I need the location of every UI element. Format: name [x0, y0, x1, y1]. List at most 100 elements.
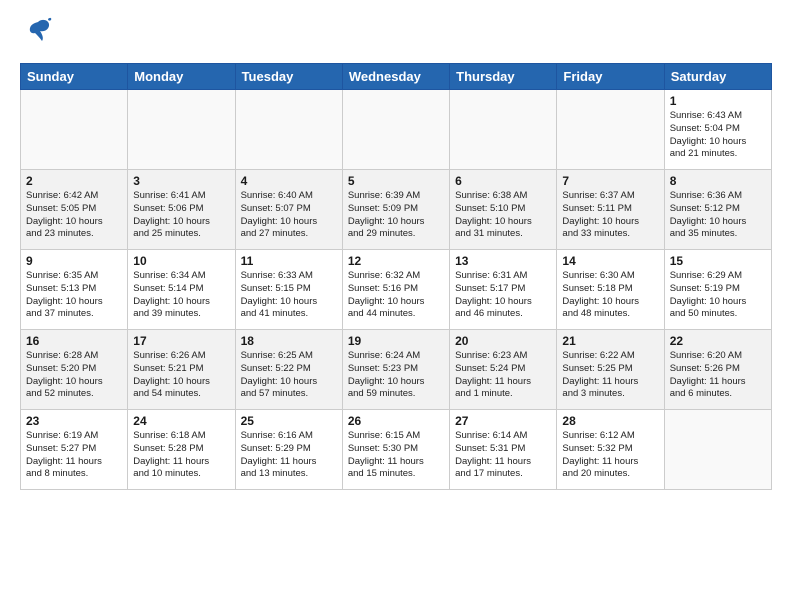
weekday-header-saturday: Saturday [664, 64, 771, 90]
day-number: 16 [26, 334, 122, 348]
logo [20, 16, 52, 53]
day-number: 6 [455, 174, 551, 188]
day-number: 21 [562, 334, 658, 348]
day-info-text: Sunrise: 6:29 AM Sunset: 5:19 PM Dayligh… [670, 270, 766, 321]
calendar-day-14: 14 Sunrise: 6:30 AM Sunset: 5:18 PM Dayli… [557, 250, 664, 330]
calendar-day-8: 8 Sunrise: 6:36 AM Sunset: 5:12 PM Daylig… [664, 170, 771, 250]
calendar-day-7: 7 Sunrise: 6:37 AM Sunset: 5:11 PM Daylig… [557, 170, 664, 250]
day-info-text: Sunrise: 6:39 AM Sunset: 5:09 PM Dayligh… [348, 190, 444, 241]
logo-bird-icon [24, 16, 52, 49]
day-number: 3 [133, 174, 229, 188]
calendar-empty-cell [21, 90, 128, 170]
weekday-header-row: SundayMondayTuesdayWednesdayThursdayFrid… [21, 64, 772, 90]
day-number: 22 [670, 334, 766, 348]
calendar-week-row: 2 Sunrise: 6:42 AM Sunset: 5:05 PM Daylig… [21, 170, 772, 250]
calendar-day-9: 9 Sunrise: 6:35 AM Sunset: 5:13 PM Daylig… [21, 250, 128, 330]
day-number: 15 [670, 254, 766, 268]
day-number: 25 [241, 414, 337, 428]
calendar-table: SundayMondayTuesdayWednesdayThursdayFrid… [20, 63, 772, 490]
day-number: 27 [455, 414, 551, 428]
weekday-header-thursday: Thursday [450, 64, 557, 90]
calendar-day-6: 6 Sunrise: 6:38 AM Sunset: 5:10 PM Daylig… [450, 170, 557, 250]
day-info-text: Sunrise: 6:24 AM Sunset: 5:23 PM Dayligh… [348, 350, 444, 401]
day-number: 14 [562, 254, 658, 268]
calendar-day-24: 24Sunrise: 6:18 AM Sunset: 5:28 PM Dayli… [128, 410, 235, 490]
day-info-text: Sunrise: 6:14 AM Sunset: 5:31 PM Dayligh… [455, 430, 551, 481]
day-number: 28 [562, 414, 658, 428]
day-info-text: Sunrise: 6:38 AM Sunset: 5:10 PM Dayligh… [455, 190, 551, 241]
day-info-text: Sunrise: 6:42 AM Sunset: 5:05 PM Dayligh… [26, 190, 122, 241]
day-number: 13 [455, 254, 551, 268]
page: SundayMondayTuesdayWednesdayThursdayFrid… [0, 0, 792, 506]
header [20, 16, 772, 53]
day-info-text: Sunrise: 6:16 AM Sunset: 5:29 PM Dayligh… [241, 430, 337, 481]
day-number: 23 [26, 414, 122, 428]
calendar-day-13: 13 Sunrise: 6:31 AM Sunset: 5:17 PM Dayli… [450, 250, 557, 330]
calendar-day-10: 10 Sunrise: 6:34 AM Sunset: 5:14 PM Dayli… [128, 250, 235, 330]
calendar-week-row: 16 Sunrise: 6:28 AM Sunset: 5:20 PM Dayli… [21, 330, 772, 410]
calendar-week-row: 23 Sunrise: 6:19 AM Sunset: 5:27 PM Dayli… [21, 410, 772, 490]
calendar-empty-cell [450, 90, 557, 170]
calendar-day-22: 22 Sunrise: 6:20 AM Sunset: 5:26 PM Dayli… [664, 330, 771, 410]
calendar-day-1: 1 Sunrise: 6:43 AM Sunset: 5:04 PM Daylig… [664, 90, 771, 170]
day-number: 7 [562, 174, 658, 188]
day-info-text: Sunrise: 6:31 AM Sunset: 5:17 PM Dayligh… [455, 270, 551, 321]
weekday-header-tuesday: Tuesday [235, 64, 342, 90]
calendar-empty-cell [664, 410, 771, 490]
day-number: 8 [670, 174, 766, 188]
calendar-day-25: 25 Sunrise: 6:16 AM Sunset: 5:29 PM Dayli… [235, 410, 342, 490]
day-info-text: Sunrise: 6:41 AM Sunset: 5:06 PM Dayligh… [133, 190, 229, 241]
calendar-empty-cell [557, 90, 664, 170]
day-number: 26 [348, 414, 444, 428]
day-info-text: Sunrise: 6:28 AM Sunset: 5:20 PM Dayligh… [26, 350, 122, 401]
day-number: 5 [348, 174, 444, 188]
calendar-empty-cell [128, 90, 235, 170]
calendar-day-26: 26 Sunrise: 6:15 AM Sunset: 5:30 PM Dayli… [342, 410, 449, 490]
day-info-text: Sunrise: 6:35 AM Sunset: 5:13 PM Dayligh… [26, 270, 122, 321]
calendar-empty-cell [342, 90, 449, 170]
day-number: 20 [455, 334, 551, 348]
weekday-header-wednesday: Wednesday [342, 64, 449, 90]
day-info-text: Sunrise: 6:20 AM Sunset: 5:26 PM Dayligh… [670, 350, 766, 401]
day-info-text: Sunrise: 6:36 AM Sunset: 5:12 PM Dayligh… [670, 190, 766, 241]
calendar-day-5: 5 Sunrise: 6:39 AM Sunset: 5:09 PM Daylig… [342, 170, 449, 250]
day-number: 2 [26, 174, 122, 188]
calendar-day-4: 4 Sunrise: 6:40 AM Sunset: 5:07 PM Daylig… [235, 170, 342, 250]
day-number: 11 [241, 254, 337, 268]
day-info-text: Sunrise: 6:15 AM Sunset: 5:30 PM Dayligh… [348, 430, 444, 481]
day-info-text: Sunrise: 6:18 AM Sunset: 5:28 PM Dayligh… [133, 430, 229, 481]
day-info-text: Sunrise: 6:34 AM Sunset: 5:14 PM Dayligh… [133, 270, 229, 321]
day-info-text: Sunrise: 6:26 AM Sunset: 5:21 PM Dayligh… [133, 350, 229, 401]
day-info-text: Sunrise: 6:19 AM Sunset: 5:27 PM Dayligh… [26, 430, 122, 481]
calendar-day-23: 23 Sunrise: 6:19 AM Sunset: 5:27 PM Dayli… [21, 410, 128, 490]
day-number: 12 [348, 254, 444, 268]
weekday-header-friday: Friday [557, 64, 664, 90]
weekday-header-monday: Monday [128, 64, 235, 90]
day-info-text: Sunrise: 6:23 AM Sunset: 5:24 PM Dayligh… [455, 350, 551, 401]
day-info-text: Sunrise: 6:30 AM Sunset: 5:18 PM Dayligh… [562, 270, 658, 321]
calendar-day-18: 18Sunrise: 6:25 AM Sunset: 5:22 PM Dayli… [235, 330, 342, 410]
day-info-text: Sunrise: 6:12 AM Sunset: 5:32 PM Dayligh… [562, 430, 658, 481]
calendar-day-15: 15 Sunrise: 6:29 AM Sunset: 5:19 PM Dayli… [664, 250, 771, 330]
day-info-text: Sunrise: 6:33 AM Sunset: 5:15 PM Dayligh… [241, 270, 337, 321]
day-number: 19 [348, 334, 444, 348]
calendar-day-3: 3 Sunrise: 6:41 AM Sunset: 5:06 PM Daylig… [128, 170, 235, 250]
calendar-day-20: 20 Sunrise: 6:23 AM Sunset: 5:24 PM Dayli… [450, 330, 557, 410]
calendar-day-12: 12 Sunrise: 6:32 AM Sunset: 5:16 PM Dayli… [342, 250, 449, 330]
calendar-day-21: 21Sunrise: 6:22 AM Sunset: 5:25 PM Dayli… [557, 330, 664, 410]
calendar-day-19: 19 Sunrise: 6:24 AM Sunset: 5:23 PM Dayli… [342, 330, 449, 410]
day-info-text: Sunrise: 6:40 AM Sunset: 5:07 PM Dayligh… [241, 190, 337, 241]
day-info-text: Sunrise: 6:37 AM Sunset: 5:11 PM Dayligh… [562, 190, 658, 241]
calendar-day-11: 11 Sunrise: 6:33 AM Sunset: 5:15 PM Dayli… [235, 250, 342, 330]
weekday-header-sunday: Sunday [21, 64, 128, 90]
day-number: 4 [241, 174, 337, 188]
day-number: 10 [133, 254, 229, 268]
calendar-week-row: 9 Sunrise: 6:35 AM Sunset: 5:13 PM Daylig… [21, 250, 772, 330]
day-number: 1 [670, 94, 766, 108]
day-info-text: Sunrise: 6:32 AM Sunset: 5:16 PM Dayligh… [348, 270, 444, 321]
day-info-text: Sunrise: 6:43 AM Sunset: 5:04 PM Dayligh… [670, 110, 766, 161]
calendar-empty-cell [235, 90, 342, 170]
day-info-text: Sunrise: 6:25 AM Sunset: 5:22 PM Dayligh… [241, 350, 337, 401]
day-number: 9 [26, 254, 122, 268]
calendar-day-2: 2 Sunrise: 6:42 AM Sunset: 5:05 PM Daylig… [21, 170, 128, 250]
